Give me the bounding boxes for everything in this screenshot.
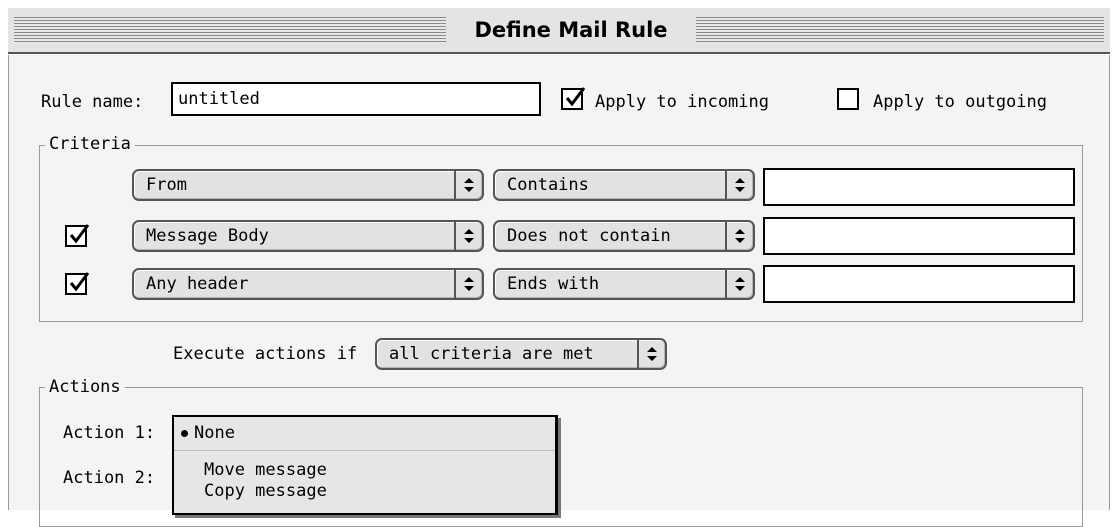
- up-down-arrows-icon: [637, 340, 665, 368]
- define-mail-rule-dialog: Rule name: untitled Apply to incoming Ap…: [8, 55, 1110, 527]
- apply-incoming-label: Apply to incoming: [595, 92, 769, 112]
- up-down-arrows-icon: [454, 171, 482, 199]
- apply-incoming-checkbox[interactable]: [561, 87, 586, 110]
- actions-group-title: Actions: [45, 377, 125, 397]
- criteria-row-3-value-field[interactable]: [763, 265, 1075, 303]
- up-down-arrows-icon: [725, 222, 753, 250]
- criteria-row-2-operator-popup[interactable]: Does not contain: [493, 220, 755, 252]
- action-1-popup-menu[interactable]: None Move message Copy message: [172, 415, 558, 515]
- up-down-arrows-icon: [725, 270, 753, 298]
- rule-name-field[interactable]: untitled: [171, 82, 541, 116]
- action-2-label: Action 2:: [63, 468, 156, 488]
- menu-item-selected[interactable]: None: [174, 417, 555, 451]
- window-title-bar[interactable]: Define Mail Rule: [8, 8, 1110, 54]
- menu-item-copy-message[interactable]: Copy message: [204, 481, 327, 501]
- criteria-group-title: Criteria: [45, 134, 135, 154]
- execute-actions-popup[interactable]: all criteria are met: [375, 338, 667, 370]
- action-1-label: Action 1:: [63, 423, 156, 443]
- popup-value: From: [146, 175, 187, 195]
- popup-value: Contains: [507, 175, 589, 195]
- apply-outgoing-checkbox[interactable]: [837, 88, 859, 110]
- up-down-arrows-icon: [725, 171, 753, 199]
- criteria-row-1-field-popup[interactable]: From: [132, 169, 484, 201]
- criteria-row-3-operator-popup[interactable]: Ends with: [493, 268, 755, 300]
- window-title: Define Mail Rule: [474, 18, 668, 42]
- criteria-row-1-operator-popup[interactable]: Contains: [493, 169, 755, 201]
- bullet-icon: [181, 430, 188, 437]
- title-bar-stripes-right: [696, 17, 1104, 43]
- checkmark-icon: [69, 224, 90, 244]
- criteria-row-3-field-popup[interactable]: Any header: [132, 268, 484, 300]
- rule-name-label: Rule name:: [41, 92, 144, 112]
- menu-item-move-message[interactable]: Move message: [204, 460, 327, 480]
- popup-value: Does not contain: [507, 226, 671, 246]
- criteria-row-1-value-field[interactable]: [763, 168, 1075, 206]
- title-bar-stripes-left: [14, 17, 446, 43]
- criteria-row-2-value-field[interactable]: [763, 217, 1075, 255]
- apply-outgoing-label: Apply to outgoing: [873, 92, 1047, 112]
- criteria-row-2-checkbox[interactable]: [65, 224, 90, 247]
- criteria-row-2-field-popup[interactable]: Message Body: [132, 220, 484, 252]
- criteria-row-3-checkbox[interactable]: [65, 272, 90, 295]
- popup-value: all criteria are met: [389, 344, 594, 364]
- popup-value: Message Body: [146, 226, 269, 246]
- popup-value: Ends with: [507, 274, 600, 294]
- menu-item-label: None: [194, 423, 235, 443]
- execute-actions-label: Execute actions if: [173, 344, 358, 364]
- checkmark-icon: [565, 87, 586, 107]
- popup-value: Any header: [146, 274, 249, 294]
- up-down-arrows-icon: [454, 222, 482, 250]
- up-down-arrows-icon: [454, 270, 482, 298]
- checkmark-icon: [69, 272, 90, 292]
